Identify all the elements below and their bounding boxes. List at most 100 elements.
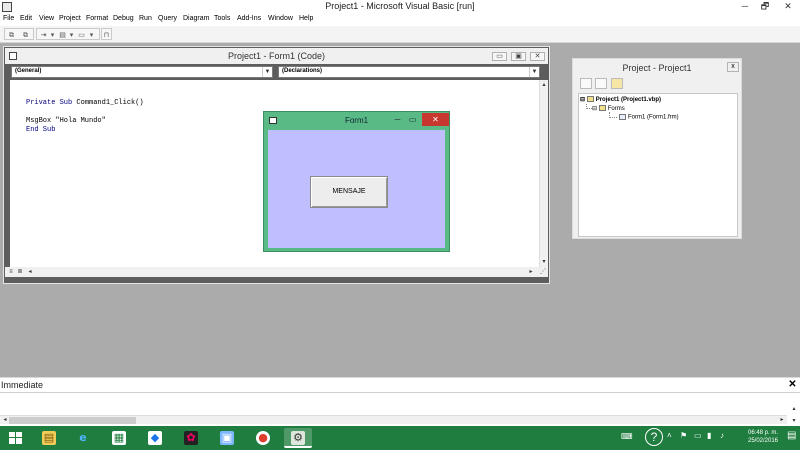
flag-icon[interactable]: ⚑ bbox=[680, 431, 687, 440]
scroll-up-icon[interactable]: ▴ bbox=[790, 405, 798, 413]
internet-explorer-app[interactable]: e bbox=[69, 428, 97, 448]
menu-run[interactable]: Run bbox=[139, 15, 152, 22]
code-maximize-icon[interactable]: ▣ bbox=[511, 52, 526, 61]
form-minimize-icon[interactable]: ─ bbox=[392, 115, 403, 124]
scroll-down-icon[interactable]: ▾ bbox=[540, 258, 548, 266]
immediate-title: Immediate bbox=[1, 380, 44, 390]
dropbox-app[interactable]: ◆ bbox=[141, 428, 169, 448]
scroll-down-icon[interactable]: ▾ bbox=[790, 417, 798, 425]
toolbar-copy-icon[interactable]: ⧉ bbox=[7, 32, 16, 39]
menu-file[interactable]: File bbox=[3, 15, 14, 22]
store-app[interactable]: ▦ bbox=[105, 428, 133, 448]
object-combo[interactable]: (General) ▼ bbox=[11, 66, 273, 78]
menu-tools[interactable]: Tools bbox=[214, 15, 230, 22]
immediate-close-icon[interactable]: ✕ bbox=[787, 380, 798, 390]
tree-node-form1[interactable]: Form1 (Form1.frm) bbox=[619, 114, 679, 121]
battery-icon[interactable]: ▭ bbox=[694, 431, 702, 440]
scroll-left-icon[interactable]: ◂ bbox=[1, 416, 9, 424]
menu-window[interactable]: Window bbox=[268, 15, 293, 22]
toolbar-paste-icon[interactable]: ⧉ bbox=[21, 32, 30, 39]
minimize-icon[interactable]: ─ bbox=[736, 1, 754, 12]
project-close-icon[interactable]: x bbox=[727, 62, 739, 72]
dropbox-icon: ◆ bbox=[148, 431, 162, 445]
tree-node-forms[interactable]: ⊟ Forms bbox=[592, 105, 625, 112]
vertical-scrollbar[interactable]: ▴ ▾ bbox=[539, 80, 548, 267]
toggle-folders-icon[interactable] bbox=[611, 78, 623, 89]
toolbar-bookmark-icon[interactable]: ▭ bbox=[77, 32, 86, 39]
tree-label: Project1 (Project1.vbp) bbox=[595, 97, 662, 103]
visual-basic-icon: ⚙ bbox=[291, 431, 305, 445]
scroll-left-icon[interactable]: ◂ bbox=[26, 268, 34, 276]
scroll-right-icon[interactable]: ▸ bbox=[527, 268, 535, 276]
mensaje-button[interactable]: MENSAJE bbox=[310, 176, 388, 208]
clock-time: 06:48 p. m. bbox=[747, 430, 779, 436]
procedure-combo[interactable]: (Declarations) ▼ bbox=[278, 66, 540, 78]
network-icon[interactable]: ▮ bbox=[707, 431, 711, 440]
resize-grip-icon[interactable]: ⋰ bbox=[539, 268, 547, 276]
code-text: Command1_Click() bbox=[76, 99, 144, 107]
procedure-view-icon[interactable]: ≡ bbox=[7, 268, 15, 276]
scroll-right-icon[interactable]: ▸ bbox=[778, 416, 786, 424]
help-icon[interactable]: ? bbox=[645, 428, 663, 446]
form-file-icon bbox=[619, 114, 626, 120]
menu-help[interactable]: Help bbox=[299, 15, 313, 22]
notifications-icon[interactable]: ▤ bbox=[787, 430, 796, 441]
app-title-bar: Project1 - Microsoft Visual Basic [run] … bbox=[0, 0, 800, 14]
show-hidden-icons[interactable]: ˄ bbox=[667, 431, 672, 440]
start-button[interactable] bbox=[0, 426, 32, 450]
file-explorer-app[interactable]: ▤ bbox=[35, 428, 63, 448]
immediate-scrollbar[interactable]: ◂ ▸ bbox=[0, 415, 787, 424]
taskbar-clock[interactable]: 06:48 p. m. 25/02/2016 bbox=[745, 429, 781, 445]
menu-view[interactable]: View bbox=[39, 15, 54, 22]
photos-icon: ✿ bbox=[184, 431, 198, 445]
volume-icon[interactable]: ♪ bbox=[720, 431, 724, 440]
tree-node-project[interactable]: ⊟ Project1 (Project1.vbp) bbox=[580, 96, 661, 103]
code-window-title: Project1 - Form1 (Code) bbox=[227, 51, 326, 61]
toolbar-dropdown-icon[interactable]: ▾ bbox=[48, 32, 57, 39]
form-maximize-icon[interactable]: ▭ bbox=[407, 115, 418, 124]
code-text: MsgBox "Hola Mundo" bbox=[26, 117, 106, 125]
remote-desktop-app[interactable]: ▣ bbox=[213, 428, 241, 448]
toolbar-dropdown-icon[interactable]: ▾ bbox=[87, 32, 96, 39]
scroll-up-icon[interactable]: ▴ bbox=[540, 81, 548, 89]
menu-diagram[interactable]: Diagram bbox=[183, 15, 209, 22]
menu-project[interactable]: Project bbox=[59, 15, 81, 22]
toolbar-dropdown-icon[interactable]: ▾ bbox=[67, 32, 76, 39]
object-combo-value: (General) bbox=[15, 68, 42, 74]
menu-format[interactable]: Format bbox=[86, 15, 108, 22]
full-module-view-icon[interactable]: ≣ bbox=[16, 268, 24, 276]
store-icon: ▦ bbox=[112, 431, 126, 445]
scroll-thumb[interactable] bbox=[9, 417, 136, 424]
restore-icon[interactable]: 🗗 bbox=[756, 1, 774, 12]
code-window-title-bar: Project1 - Form1 (Code) ▭ ▣ ✕ bbox=[5, 48, 548, 64]
chrome-icon: ● bbox=[256, 431, 270, 445]
view-code-icon[interactable] bbox=[580, 78, 592, 89]
folder-icon: ▤ bbox=[42, 431, 56, 445]
tree-label: Form1 (Form1.frm) bbox=[628, 114, 679, 121]
form-close-icon[interactable]: ✕ bbox=[422, 113, 449, 126]
chrome-app[interactable]: ● bbox=[249, 428, 277, 448]
chevron-down-icon[interactable]: ▼ bbox=[529, 67, 539, 77]
close-icon[interactable]: ✕ bbox=[779, 1, 797, 12]
keyboard-icon[interactable]: ⌨ bbox=[621, 432, 633, 441]
chevron-down-icon[interactable]: ▼ bbox=[262, 67, 272, 77]
code-minimize-icon[interactable]: ▭ bbox=[492, 52, 507, 61]
horizontal-scrollbar[interactable]: ≡ ≣ ◂ ▸ ⋰ bbox=[5, 267, 548, 277]
app-title: Project1 - Microsoft Visual Basic [run] bbox=[325, 1, 475, 11]
project-explorer-title: Project - Project1 bbox=[622, 63, 692, 73]
menu-add-ins[interactable]: Add-Ins bbox=[237, 15, 261, 22]
photos-app[interactable]: ✿ bbox=[177, 428, 205, 448]
toolbar-lock-icon[interactable]: ⊓ bbox=[102, 32, 111, 39]
toolbar-indent-icon[interactable]: ⇥ bbox=[39, 32, 48, 39]
clock-date: 25/02/2016 bbox=[747, 438, 779, 444]
visual-basic-app[interactable]: ⚙ bbox=[284, 428, 312, 448]
menu-debug[interactable]: Debug bbox=[113, 15, 134, 22]
menu-edit[interactable]: Edit bbox=[20, 15, 32, 22]
menu-query[interactable]: Query bbox=[158, 15, 177, 22]
view-object-icon[interactable] bbox=[595, 78, 607, 89]
windows-icon bbox=[9, 432, 22, 444]
toolbar-comment-icon[interactable]: ▤ bbox=[58, 32, 67, 39]
code-close-icon[interactable]: ✕ bbox=[530, 52, 545, 61]
form1-client-area: MENSAJE bbox=[268, 130, 445, 248]
taskbar: ▤ e ▦ ◆ ✿ ▣ ● ⚙ ⌨ ? ˄ ⚑ ▭ ▮ ♪ 06:48 p. m… bbox=[0, 426, 800, 450]
